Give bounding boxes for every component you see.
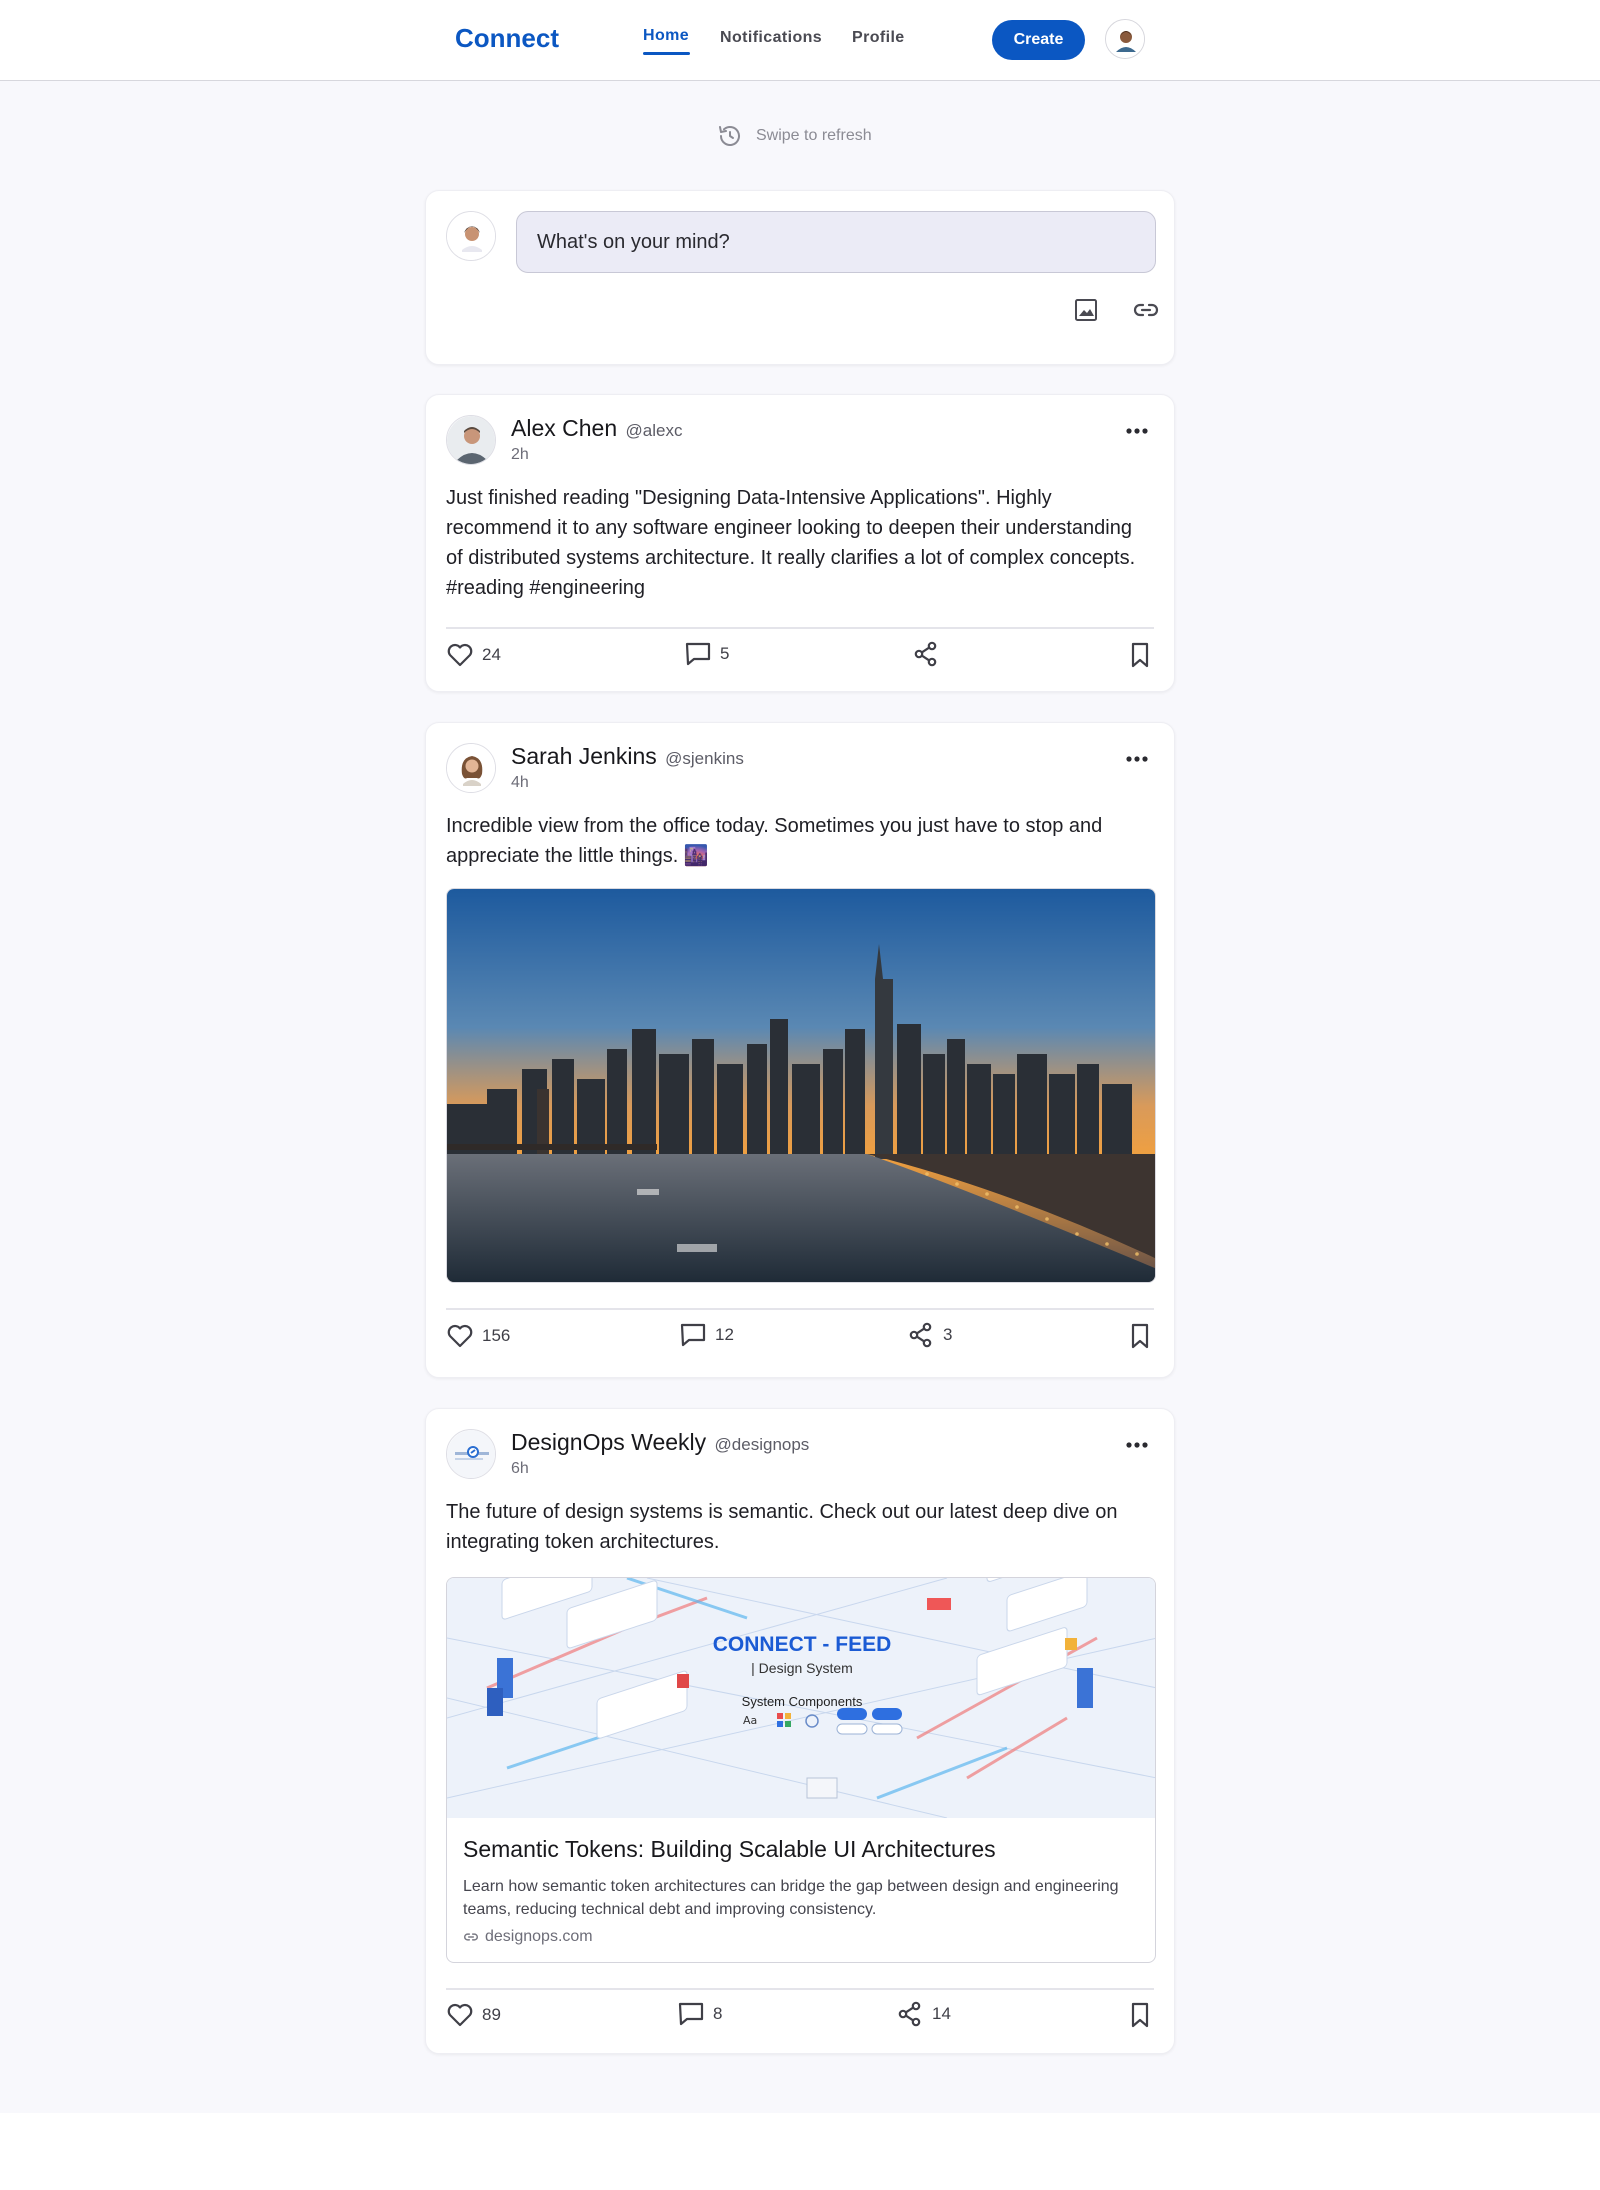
user-avatar[interactable] (1105, 19, 1145, 59)
active-tab-indicator (643, 52, 690, 55)
author-name[interactable]: Alex Chen (511, 415, 617, 441)
top-nav-bar: Connect Home Notifications Profile Creat… (0, 0, 1600, 81)
comment-button[interactable]: 8 (677, 1999, 722, 2029)
composer-avatar (446, 211, 496, 261)
share-button[interactable] (912, 639, 948, 669)
like-button[interactable]: 156 (446, 1321, 510, 1351)
link-preview-image: Aa CONNECT - FEED | Design System System… (447, 1578, 1155, 1818)
more-options-icon[interactable] (1124, 425, 1150, 437)
author-line: Alex Chen @alexc (511, 415, 682, 442)
feed-post: DesignOps Weekly @designops 6h The futur… (425, 1408, 1175, 2054)
like-button[interactable]: 89 (446, 2000, 501, 2030)
more-options-icon[interactable] (1124, 753, 1150, 765)
tab-home[interactable]: Home (643, 27, 689, 45)
post-timestamp: 2h (511, 446, 529, 463)
post-body: Incredible view from the office today. S… (446, 815, 1103, 867)
link-image-heading: CONNECT - FEED (712, 1633, 892, 1656)
heart-icon (447, 1324, 473, 1348)
like-count: 89 (482, 2005, 501, 2024)
author-name[interactable]: DesignOps Weekly (511, 1429, 706, 1455)
post-photo-city-skyline[interactable] (446, 888, 1156, 1283)
heart-icon (447, 643, 473, 667)
author-handle[interactable]: @sjenkins (665, 749, 744, 768)
tab-notifications[interactable]: Notifications (720, 29, 822, 47)
link-image-subheading: | Design System (751, 1660, 853, 1676)
heart-icon (447, 2003, 473, 2027)
link-image-section: System Components (741, 1694, 863, 1709)
comment-count: 8 (713, 2004, 723, 2023)
author-avatar[interactable] (446, 743, 496, 793)
comment-icon (678, 2002, 704, 2026)
post-body: Just finished reading "Designing Data-In… (446, 487, 1136, 599)
comment-count: 12 (715, 1325, 734, 1344)
author-handle[interactable]: @designops (715, 1435, 810, 1454)
link-domain: designops.com (463, 1928, 593, 1946)
more-options-icon[interactable] (1124, 1439, 1150, 1451)
brand-logo[interactable]: Connect (455, 23, 559, 54)
post-divider (446, 627, 1154, 629)
author-line: Sarah Jenkins @sjenkins (511, 743, 744, 770)
link-description: Learn how semantic token architectures c… (463, 1878, 1119, 1918)
pull-to-refresh-hint: Swipe to refresh (716, 122, 872, 150)
like-count: 156 (482, 1326, 511, 1345)
comment-icon (685, 642, 711, 666)
link-domain-text: designops.com (485, 1928, 593, 1945)
link-icon (464, 1933, 478, 1941)
page-footer-area (0, 2113, 1600, 2190)
author-handle[interactable]: @alexc (626, 421, 683, 440)
create-button[interactable]: Create (992, 20, 1085, 60)
comment-button[interactable]: 12 (679, 1320, 734, 1350)
author-avatar[interactable] (446, 415, 496, 465)
svg-text:Aa: Aa (743, 1714, 757, 1727)
comment-count: 5 (720, 644, 730, 663)
composer-input[interactable] (516, 211, 1156, 273)
post-timestamp: 6h (511, 1460, 529, 1477)
post-composer (425, 190, 1175, 365)
tab-profile[interactable]: Profile (852, 29, 905, 47)
image-upload-icon[interactable] (1071, 295, 1101, 325)
bookmark-icon[interactable] (1128, 641, 1152, 669)
comment-button[interactable]: 5 (684, 639, 729, 669)
feed-post: Sarah Jenkins @sjenkins 4h Incredible vi… (425, 722, 1175, 1378)
share-count: 3 (943, 1325, 953, 1344)
share-icon (898, 2001, 921, 2027)
post-timestamp: 4h (511, 774, 529, 791)
post-divider (446, 1308, 1154, 1310)
like-count: 24 (482, 645, 501, 664)
bookmark-icon[interactable] (1128, 1322, 1152, 1350)
share-button[interactable]: 14 (896, 1999, 951, 2029)
link-attach-icon[interactable] (1131, 295, 1161, 325)
share-count: 14 (932, 2004, 951, 2023)
author-name[interactable]: Sarah Jenkins (511, 743, 657, 769)
refresh-icon (719, 126, 740, 146)
post-divider (446, 1988, 1154, 1990)
link-preview-card[interactable]: Aa CONNECT - FEED | Design System System… (446, 1577, 1156, 1963)
share-button[interactable]: 3 (907, 1320, 952, 1350)
author-line: DesignOps Weekly @designops (511, 1429, 809, 1456)
bookmark-icon[interactable] (1128, 2001, 1152, 2029)
link-title[interactable]: Semantic Tokens: Building Scalable UI Ar… (463, 1836, 996, 1863)
like-button[interactable]: 24 (446, 640, 501, 670)
post-body: The future of design systems is semantic… (446, 1501, 1118, 1553)
share-icon (909, 1322, 932, 1348)
comment-icon (680, 1323, 706, 1347)
feed-post: Alex Chen @alexc 2h Just finished readin… (425, 394, 1175, 692)
author-avatar[interactable] (446, 1429, 496, 1479)
share-icon (914, 641, 937, 667)
refresh-label: Swipe to refresh (756, 127, 872, 144)
